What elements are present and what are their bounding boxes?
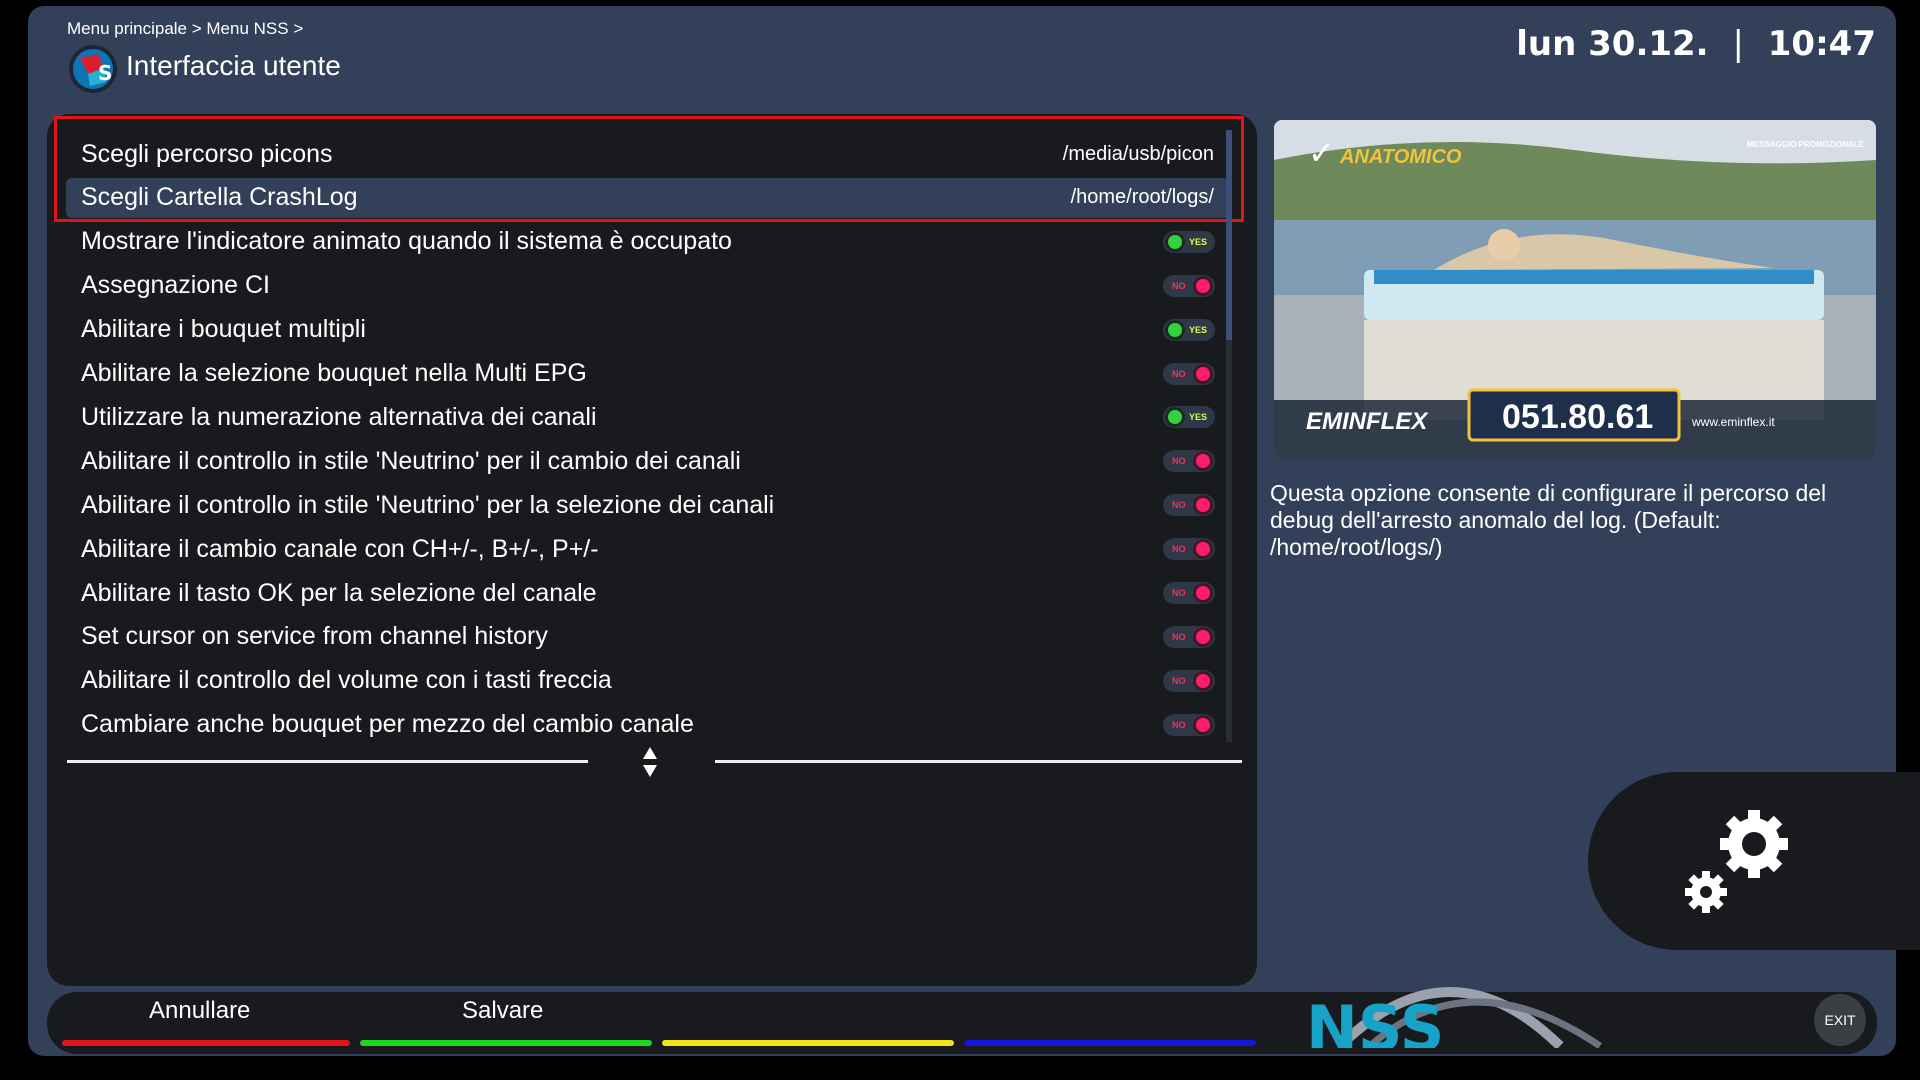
menu-item-label: Utilizzare la numerazione alternativa de… [81,402,597,431]
menu-item[interactable]: Abilitare il tasto OK per la selezione d… [66,573,1229,613]
toggle-switch[interactable]: YES [1163,406,1215,429]
datetime-separator: | [1732,24,1744,64]
tv-preview: ANATOMICO ✓ MESSAGGIO PROMOZIONALE EMINF… [1274,120,1876,460]
toggle-knob [1196,629,1210,644]
menu-item-label: Abilitare il controllo del volume con i … [81,666,612,695]
cancel-button[interactable]: Annullare [149,997,250,1025]
menu-item-label: Cambiare anche bouquet per mezzo del cam… [81,710,694,739]
toggle-knob [1168,410,1182,425]
toggle-state-text: NO [1172,719,1186,730]
toggle-switch[interactable]: YES [1163,230,1215,253]
preview-phone: 051.80.61 [1502,398,1654,436]
toggle-knob [1196,673,1210,688]
blue-key-indicator [964,1040,1256,1046]
menu-item-label: Abilitare la selezione bouquet nella Mul… [81,359,587,387]
menu-item-label: Abilitare il controllo in stile 'Neutrin… [81,490,775,519]
save-button[interactable]: Salvare [462,997,543,1025]
menu-item-label: Abilitare i bouquet multipli [81,315,366,344]
svg-text:NSS: NSS [1306,992,1444,1048]
toggle-switch[interactable]: NO [1163,538,1215,561]
menu-item[interactable]: Abilitare il controllo in stile 'Neutrin… [66,441,1229,481]
toggle-state-text: NO [1172,675,1186,686]
menu-item[interactable]: Abilitare il controllo del volume con i … [66,661,1229,701]
nss-logo-icon: NSS [1306,987,1602,1048]
toggle-switch[interactable]: NO [1163,582,1215,604]
option-description: Questa opzione consente di configurare i… [1270,480,1827,560]
preview-check-icon: ✓ [1308,135,1335,171]
red-key-indicator [62,1040,350,1046]
updown-arrows-icon [643,747,657,777]
menu-item[interactable]: Abilitare il cambio canale con CH+/-, B+… [66,529,1229,569]
toggle-knob [1196,498,1210,513]
menu-item[interactable]: Abilitare il controllo in stile 'Neutrin… [66,485,1229,525]
toggle-state-text: YES [1188,324,1207,335]
menu-item-label: Abilitare il tasto OK per la selezione d… [81,578,597,607]
toggle-state-text: NO [1172,500,1186,511]
menu-item[interactable]: Mostrare l'indicatore animato quando il … [66,222,1229,262]
preview-brand: EMINFLEX [1306,408,1428,435]
toggle-state-text: NO [1172,544,1186,555]
svg-text:S: S [98,61,112,85]
toggle-switch[interactable]: NO [1163,274,1215,297]
scrollbar-thumb[interactable] [1226,130,1232,340]
date-text: lun 30.12. [1516,24,1709,64]
yellow-key-indicator [662,1040,954,1046]
menu-item[interactable]: Set cursor on service from channel histo… [66,617,1229,657]
preview-website: www.eminflex.it [1692,415,1775,429]
preview-promo-text: MESSAGGIO PROMOZIONALE [1747,140,1864,149]
toggle-knob [1196,454,1210,469]
toggle-state-text: NO [1172,368,1186,379]
toggle-switch[interactable]: NO [1163,713,1215,736]
app-logo-icon: S [69,45,117,93]
menu-item[interactable]: Abilitare la selezione bouquet nella Mul… [66,354,1229,394]
preview-badge: ANATOMICO [1340,146,1462,168]
green-key-indicator [360,1040,652,1046]
toggle-switch[interactable]: NO [1163,362,1215,385]
menu-item-label: Set cursor on service from channel histo… [81,622,548,651]
menu-item[interactable]: Utilizzare la numerazione alternativa de… [66,397,1229,437]
toggle-switch[interactable]: NO [1163,625,1215,648]
toggle-switch[interactable]: NO [1163,494,1215,517]
toggle-knob [1196,542,1210,557]
menu-item[interactable]: Abilitare i bouquet multipli YES [66,310,1229,350]
highlight-box [54,116,1244,222]
menu-item[interactable]: Cambiare anche bouquet per mezzo del cam… [66,705,1229,745]
toggle-state-text: NO [1172,456,1186,467]
menu-item[interactable]: Assegnazione CI NO [66,266,1229,306]
time-text: 10:47 [1767,24,1876,64]
toggle-knob [1196,366,1210,381]
exit-button[interactable]: EXIT [1814,994,1866,1046]
toggle-state-text: NO [1172,631,1186,642]
gear-icon [1685,810,1788,913]
menu-item-label: Abilitare il cambio canale con CH+/-, B+… [81,534,599,563]
page-title: Interfaccia utente [126,50,341,81]
breadcrumb: Menu principale > Menu NSS > [67,19,304,38]
toggle-state-text: YES [1188,236,1207,247]
toggle-state-text: YES [1188,412,1207,423]
datetime: lun 30.12. | 10:47 [1516,24,1876,64]
toggle-switch[interactable]: NO [1163,669,1215,692]
toggle-knob [1196,717,1210,732]
toggle-knob [1196,278,1210,293]
menu-item-label: Assegnazione CI [81,271,271,300]
menu-item-label: Mostrare l'indicatore animato quando il … [81,227,732,256]
toggle-switch[interactable]: NO [1163,450,1215,473]
toggle-state-text: NO [1172,280,1186,291]
toggle-knob [1168,234,1182,249]
divider-left [67,760,588,763]
toggle-knob [1168,322,1182,337]
toggle-knob [1196,586,1210,600]
toggle-switch[interactable]: YES [1163,318,1215,341]
divider-right [715,760,1242,763]
menu-item-label: Abilitare il controllo in stile 'Neutrin… [81,446,741,475]
toggle-state-text: NO [1172,588,1186,598]
